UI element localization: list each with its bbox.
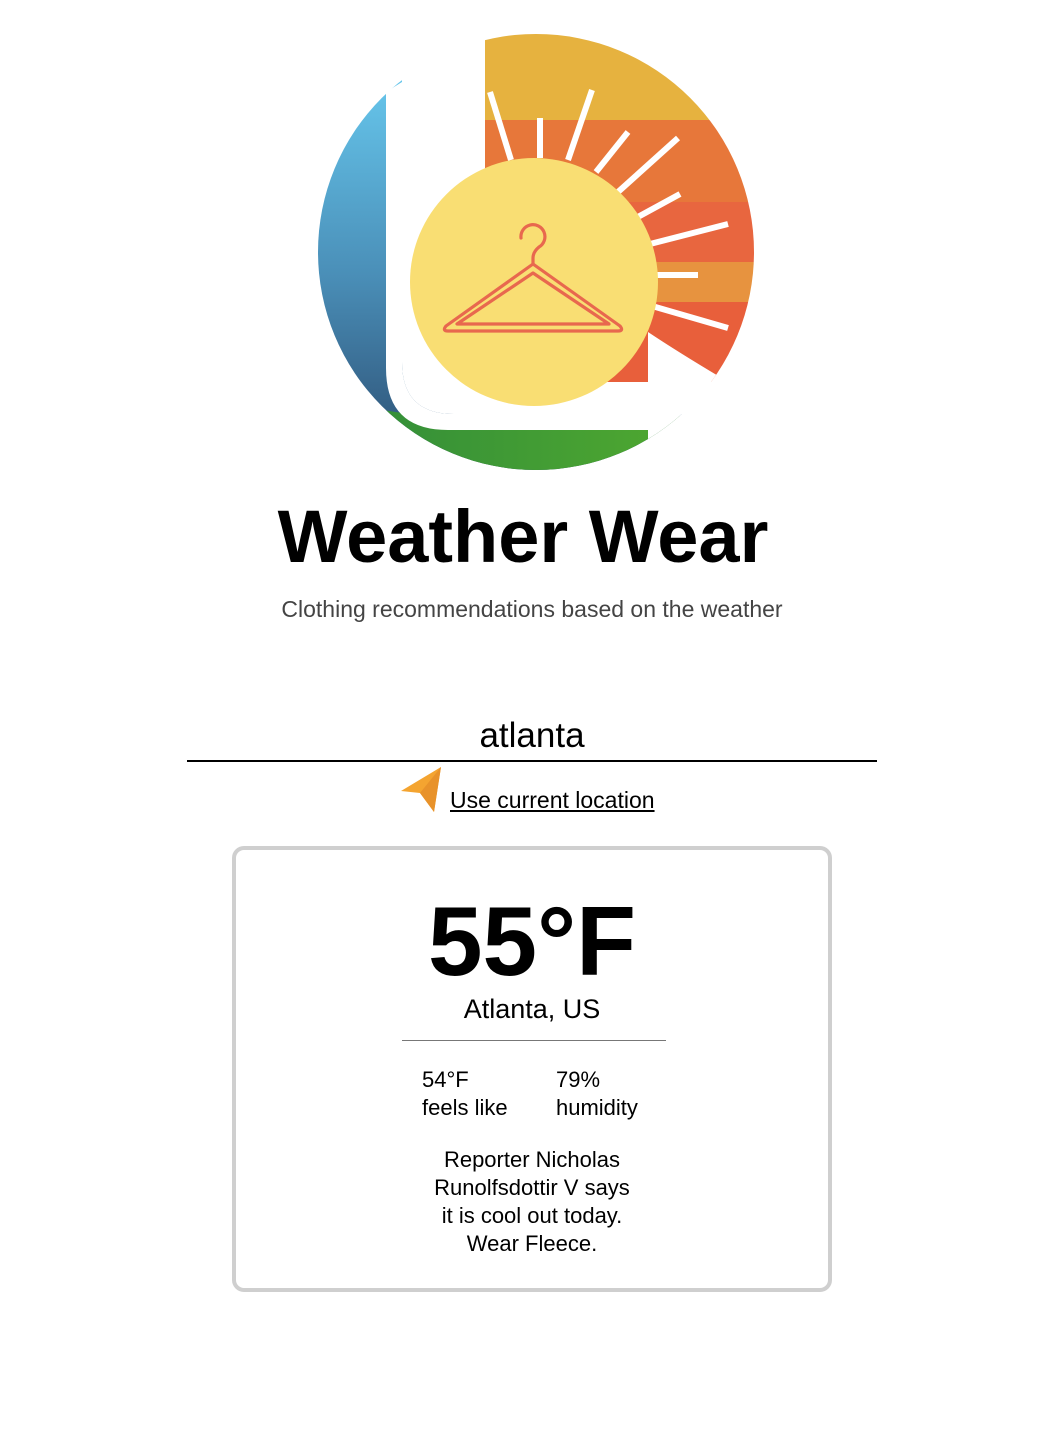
feels-like-value: 54°F [422, 1067, 469, 1092]
page-title: Weather Wear [277, 495, 769, 578]
page-subtitle: Clothing recommendations based on the we… [281, 596, 783, 622]
recommendation-line: Runolfsdottir V says [434, 1175, 630, 1200]
humidity-label: humidity [556, 1095, 638, 1120]
feels-like-stat: 54°F feels like [422, 1066, 508, 1122]
humidity-value: 79% [556, 1067, 601, 1092]
feels-like-label: feels like [422, 1095, 508, 1120]
use-current-location-link[interactable]: Use current location [398, 764, 655, 814]
recommendation-line: it is cool out today. [441, 1203, 623, 1228]
location-name: Atlanta, US [463, 994, 601, 1024]
weather-card: 55°F Atlanta, US 54°F feels like 79% hum… [232, 846, 832, 1292]
divider [402, 1040, 666, 1041]
recommendation-line: Reporter Nicholas [443, 1147, 621, 1172]
humidity-stat: 79% humidity [556, 1066, 638, 1122]
navigation-arrow-icon [401, 767, 441, 812]
recommendation-line: Wear Fleece. [466, 1231, 598, 1256]
location-search-input[interactable] [187, 712, 877, 762]
app-logo [318, 32, 762, 472]
clothing-recommendation: Reporter Nicholas Runolfsdottir V says i… [236, 1146, 828, 1258]
temperature-value: 55°F [427, 886, 637, 996]
use-current-location-label: Use current location [450, 787, 655, 813]
